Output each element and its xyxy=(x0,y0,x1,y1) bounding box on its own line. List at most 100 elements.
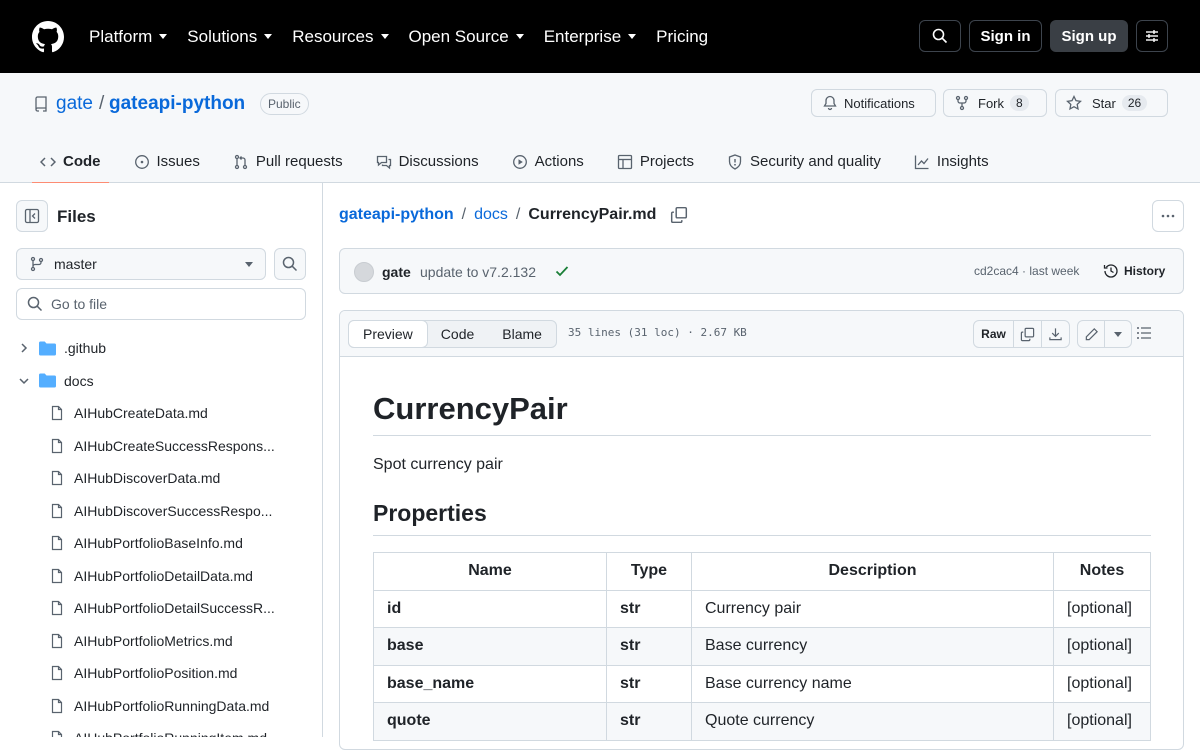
tab-label: Discussions xyxy=(398,153,479,170)
tree-file[interactable]: AIHubCreateSuccessRespons... xyxy=(0,430,322,463)
commit-author[interactable]: gate xyxy=(382,264,411,280)
preview-tab[interactable]: Preview xyxy=(348,320,428,348)
nav-platform[interactable]: Platform xyxy=(89,27,168,47)
file-name: AIHubPortfolioDetailSuccessR... xyxy=(74,600,275,617)
file-name: AIHubCreateSuccessRespons... xyxy=(74,437,275,454)
breadcrumb: gateapi-python / docs / CurrencyPair.md xyxy=(339,206,688,224)
search-icon xyxy=(932,28,948,44)
repo-name-link[interactable]: gateapi-python xyxy=(109,93,245,115)
tree-folder-github[interactable]: .github xyxy=(0,332,322,365)
tab-projects[interactable]: Projects xyxy=(609,140,702,183)
appearance-settings-button[interactable] xyxy=(1136,20,1168,52)
commit-sha-time[interactable]: cd2cac4 · last week xyxy=(974,264,1079,278)
blame-tab[interactable]: Blame xyxy=(488,321,556,347)
code-tab[interactable]: Code xyxy=(427,321,488,347)
tab-security[interactable]: Security and quality xyxy=(719,140,889,183)
file-name: AIHubDiscoverSuccessRespo... xyxy=(74,502,273,519)
star-count: 26 xyxy=(1121,95,1148,111)
commit-message[interactable]: update to v7.2.132 xyxy=(420,264,536,280)
file-name: AIHubPortfolioBaseInfo.md xyxy=(74,535,243,552)
table-header: Notes xyxy=(1053,552,1151,591)
table-row: base_name str Base currency name [optional] xyxy=(373,664,1151,703)
file-tree-sidebar: Files master Go to file .github docs AIH… xyxy=(0,183,323,737)
nav-resources[interactable]: Resources xyxy=(292,27,389,47)
nav-open-source[interactable]: Open Source xyxy=(409,27,524,47)
repo-owner-link[interactable]: gate xyxy=(56,93,93,115)
global-search-button[interactable] xyxy=(919,20,961,52)
breadcrumb-repo-link[interactable]: gateapi-python xyxy=(339,206,454,224)
copy-raw-button[interactable] xyxy=(1014,321,1042,347)
tree-file[interactable]: AIHubPortfolioDetailSuccessR... xyxy=(0,592,322,625)
tree-file[interactable]: AIHubPortfolioRunningItem.md xyxy=(0,722,322,737)
history-button[interactable]: History xyxy=(1103,263,1165,279)
tab-issues[interactable]: Issues xyxy=(126,140,208,183)
edit-button[interactable] xyxy=(1078,321,1105,347)
fork-button[interactable]: Fork 8 xyxy=(943,89,1047,117)
star-button[interactable]: Star 26 xyxy=(1055,89,1168,117)
table-icon xyxy=(617,154,632,169)
sign-in-button[interactable]: Sign in xyxy=(969,20,1042,52)
folder-name: .github xyxy=(64,340,107,357)
file-name: AIHubPortfolioMetrics.md xyxy=(74,632,233,649)
tree-folder-docs[interactable]: docs xyxy=(0,365,322,398)
sign-up-button[interactable]: Sign up xyxy=(1050,20,1128,52)
tab-insights[interactable]: Insights xyxy=(906,140,997,183)
sidebar-collapse-icon xyxy=(24,208,40,224)
table-cell: id xyxy=(373,589,607,628)
file-name: AIHubPortfolioRunningItem.md xyxy=(74,730,267,737)
raw-button[interactable]: Raw xyxy=(974,321,1014,347)
tab-label: Pull requests xyxy=(255,153,343,170)
tab-code[interactable]: Code xyxy=(32,140,109,184)
search-files-button[interactable] xyxy=(274,248,306,280)
tree-file[interactable]: AIHubDiscoverData.md xyxy=(0,462,322,495)
copy-icon[interactable] xyxy=(670,206,688,224)
tree-file[interactable]: AIHubCreateData.md xyxy=(0,397,322,430)
tree-file[interactable]: AIHubDiscoverSuccessRespo... xyxy=(0,495,322,528)
file-icon xyxy=(51,633,63,648)
file-tree: .github docs AIHubCreateData.md AIHubCrea… xyxy=(0,332,322,737)
nav-pricing[interactable]: Pricing xyxy=(656,27,708,47)
file-icon xyxy=(51,698,63,713)
shield-icon xyxy=(728,153,742,170)
tree-file[interactable]: AIHubPortfolioPosition.md xyxy=(0,657,322,690)
download-button[interactable] xyxy=(1042,321,1069,347)
tab-label: Code xyxy=(63,153,101,170)
tree-file[interactable]: AIHubPortfolioRunningData.md xyxy=(0,690,322,723)
nav-enterprise[interactable]: Enterprise xyxy=(544,27,637,47)
tab-label: Insights xyxy=(936,153,989,170)
notifications-button[interactable]: Notifications xyxy=(811,89,936,117)
table-header-row: Name Type Description Notes xyxy=(373,552,1151,591)
more-options-button[interactable] xyxy=(1152,200,1184,232)
github-logo-icon[interactable] xyxy=(32,21,64,53)
chevron-down-icon xyxy=(380,34,389,39)
file-name: AIHubDiscoverData.md xyxy=(74,470,221,487)
table-cell: base xyxy=(373,627,607,666)
tree-file[interactable]: AIHubPortfolioBaseInfo.md xyxy=(0,527,322,560)
chevron-down-icon xyxy=(245,261,253,267)
tab-pull-requests[interactable]: Pull requests xyxy=(225,140,351,183)
breadcrumb-dir-link[interactable]: docs xyxy=(474,206,508,224)
table-cell: [optional] xyxy=(1053,589,1151,628)
nav-solutions[interactable]: Solutions xyxy=(187,26,273,47)
chevron-down-icon xyxy=(515,34,524,39)
edit-dropdown-button[interactable] xyxy=(1105,321,1131,347)
tree-file[interactable]: AIHubPortfolioDetailData.md xyxy=(0,560,322,593)
go-to-file-input[interactable]: Go to file xyxy=(16,288,306,320)
table-row: quote str Quote currency [optional] xyxy=(373,702,1151,741)
collapse-sidebar-button[interactable] xyxy=(16,200,48,232)
fork-icon xyxy=(955,95,969,111)
list-unordered-icon[interactable] xyxy=(1136,325,1152,341)
nav-label: Solutions xyxy=(187,26,258,46)
folder-open-icon xyxy=(39,373,56,388)
latest-commit-bar: gate update to v7.2.132 cd2cac4 · last w… xyxy=(339,248,1184,294)
tab-actions[interactable]: Actions xyxy=(504,140,592,183)
nav-label: Open Source xyxy=(408,26,509,46)
view-mode-segmented: Preview Code Blame xyxy=(348,320,557,348)
file-icon xyxy=(51,731,63,737)
tab-discussions[interactable]: Discussions xyxy=(368,140,487,183)
sidebar-title: Files xyxy=(57,207,96,226)
check-icon[interactable] xyxy=(554,263,570,279)
avatar[interactable] xyxy=(354,262,374,282)
branch-selector[interactable]: master xyxy=(16,248,266,280)
tree-file[interactable]: AIHubPortfolioMetrics.md xyxy=(0,625,322,658)
